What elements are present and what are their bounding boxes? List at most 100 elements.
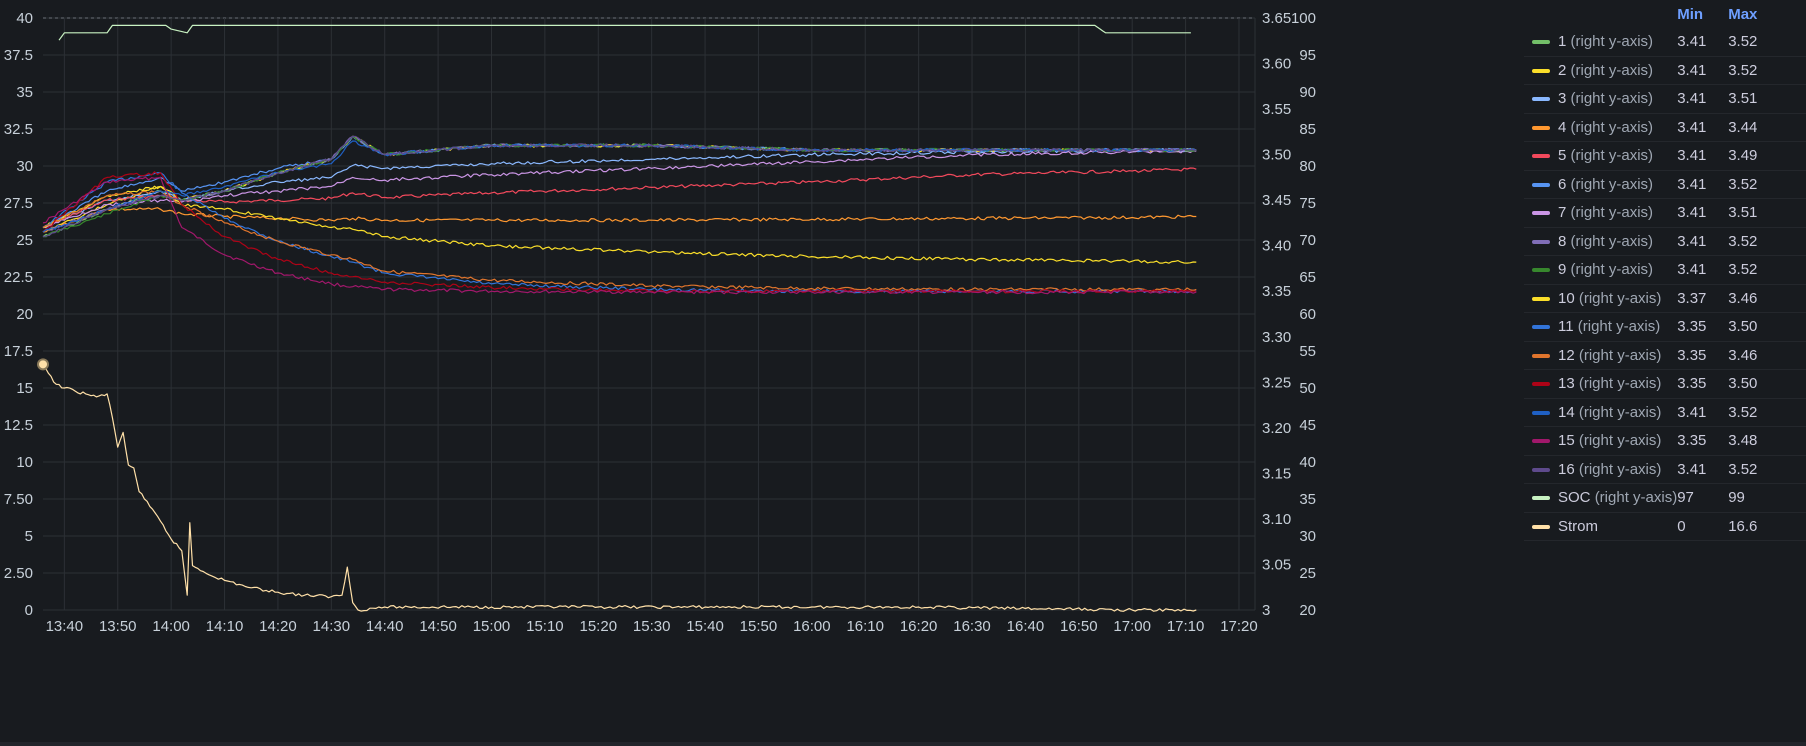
legend-series-name[interactable]: 16 (right y-axis) [1524, 455, 1678, 484]
legend-max-value: 3.52 [1728, 28, 1806, 57]
voltage-axis-tick: 3.05 [1262, 556, 1291, 573]
x-axis-tick: 16:50 [1060, 618, 1098, 635]
legend-series-name[interactable]: 12 (right y-axis) [1524, 341, 1678, 370]
legend-max-value: 3.49 [1728, 141, 1806, 171]
soc-axis-tick: 85 [1299, 121, 1316, 138]
soc-axis-tick: 60 [1299, 306, 1316, 323]
legend-color-swatch [1532, 268, 1550, 273]
legend-row-8[interactable]: 8 (right y-axis) 3.41 3.52 [1524, 227, 1806, 256]
left-axis-tick: 22.5 [4, 269, 33, 286]
legend-min-value: 3.35 [1677, 341, 1729, 370]
legend-axis-suffix: (right y-axis) [1577, 318, 1661, 336]
x-axis-tick: 15:10 [526, 618, 564, 635]
series-line-15[interactable] [42, 176, 1197, 295]
legend-max-value: 3.51 [1728, 84, 1806, 114]
series-line-13[interactable] [42, 171, 1197, 294]
soc-axis-tick: 70 [1299, 232, 1316, 249]
legend-row-12[interactable]: 12 (right y-axis) 3.35 3.46 [1524, 341, 1806, 370]
legend-header-name [1524, 0, 1677, 28]
legend-color-swatch [1532, 182, 1550, 187]
legend-axis-suffix: (right y-axis) [1578, 375, 1662, 393]
legend-row-5[interactable]: 5 (right y-axis) 3.41 3.49 [1524, 141, 1806, 171]
soc-axis-tick: 35 [1299, 491, 1316, 508]
legend-row-16[interactable]: 16 (right y-axis) 3.41 3.52 [1524, 455, 1806, 484]
legend-series-name[interactable]: 15 (right y-axis) [1524, 426, 1678, 456]
legend-series-name[interactable]: SOC (right y-axis) [1524, 483, 1678, 513]
legend-header-max[interactable]: Max [1728, 0, 1806, 28]
legend-series-name[interactable]: 9 (right y-axis) [1524, 255, 1678, 285]
soc-axis-tick: 95 [1299, 47, 1316, 64]
series-line-11[interactable] [42, 172, 1197, 294]
legend-axis-suffix: (right y-axis) [1578, 346, 1662, 364]
legend-max-value: 3.51 [1728, 198, 1806, 228]
x-axis-tick: 14:00 [152, 618, 190, 635]
legend-series-name[interactable]: 4 (right y-axis) [1524, 113, 1678, 142]
soc-axis-tick: 45 [1299, 417, 1316, 434]
legend-series-name[interactable]: Strom [1524, 512, 1678, 541]
x-axis-tick: 13:40 [46, 618, 84, 635]
legend-label: 9 [1558, 261, 1567, 279]
legend-row-15[interactable]: 15 (right y-axis) 3.35 3.48 [1524, 426, 1806, 456]
left-axis-tick: 27.5 [4, 195, 33, 212]
legend-min-value: 3.41 [1677, 227, 1729, 256]
legend-series-name[interactable]: 6 (right y-axis) [1524, 170, 1678, 199]
series-line-12[interactable] [42, 190, 1197, 292]
legend-series-name[interactable]: 11 (right y-axis) [1524, 312, 1678, 342]
voltage-axis-tick: 3.30 [1262, 329, 1291, 346]
legend-series-name[interactable]: 2 (right y-axis) [1524, 56, 1678, 85]
legend-row-4[interactable]: 4 (right y-axis) 3.41 3.44 [1524, 113, 1806, 142]
legend-label: 11 [1558, 318, 1574, 336]
x-axis-tick: 17:10 [1167, 618, 1205, 635]
legend-color-swatch [1532, 496, 1550, 501]
legend-series-name[interactable]: 3 (right y-axis) [1524, 84, 1678, 114]
legend-min-value: 3.41 [1677, 255, 1729, 285]
panel-bottom-edge [0, 742, 1806, 746]
legend-row-strom[interactable]: Strom 0 16.6 [1524, 512, 1806, 541]
x-axis: 13:40 13:50 14:00 14:10 14:20 14:30 14:40 14:50… [46, 618, 1258, 635]
legend-row-soc[interactable]: SOC (right y-axis) 97 99 [1524, 483, 1806, 513]
left-axis-tick: 10 [16, 454, 33, 471]
series-line-soc[interactable] [58, 24, 1191, 41]
legend-row-14[interactable]: 14 (right y-axis) 3.41 3.52 [1524, 398, 1806, 427]
dashboard-panel: 0 2.50 5 7.50 10 12.5 15 17.5 20 22.5 25 27.5 30 32.5… [0, 0, 1806, 746]
legend-row-11[interactable]: 11 (right y-axis) 3.35 3.50 [1524, 312, 1806, 342]
x-axis-tick: 16:40 [1007, 618, 1045, 635]
legend-min-value: 3.41 [1677, 141, 1729, 171]
legend-max-value: 3.46 [1728, 284, 1806, 313]
legend-series-name[interactable]: 13 (right y-axis) [1524, 369, 1678, 399]
legend-series-name[interactable]: 8 (right y-axis) [1524, 227, 1678, 256]
legend-row-7[interactable]: 7 (right y-axis) 3.41 3.51 [1524, 198, 1806, 228]
series-lines[interactable] [42, 24, 1197, 612]
legend-color-swatch [1532, 353, 1550, 358]
left-axis-tick: 15 [16, 380, 33, 397]
legend-series-name[interactable]: 14 (right y-axis) [1524, 398, 1678, 427]
legend-min-value: 3.41 [1677, 113, 1729, 142]
series-line-strom[interactable] [42, 363, 1197, 612]
legend-row-3[interactable]: 3 (right y-axis) 3.41 3.51 [1524, 84, 1806, 114]
legend-row-2[interactable]: 2 (right y-axis) 3.41 3.52 [1524, 56, 1806, 85]
legend-row-6[interactable]: 6 (right y-axis) 3.41 3.52 [1524, 170, 1806, 199]
legend-color-swatch [1532, 97, 1550, 102]
soc-axis-tick: 50 [1299, 380, 1316, 397]
legend-header-min[interactable]: Min [1677, 0, 1728, 28]
series-line-10[interactable] [42, 185, 1197, 264]
legend-series-name[interactable]: 1 (right y-axis) [1524, 28, 1678, 57]
left-axis-tick: 2.50 [4, 565, 33, 582]
legend-min-value: 3.41 [1677, 28, 1729, 57]
legend-row-1[interactable]: 1 (right y-axis) 3.41 3.52 [1524, 28, 1806, 57]
legend-row-9[interactable]: 9 (right y-axis) 3.41 3.52 [1524, 255, 1806, 285]
left-axis-tick: 5 [25, 528, 33, 545]
legend-color-swatch [1532, 68, 1550, 73]
legend-series-name[interactable]: 10 (right y-axis) [1524, 284, 1678, 313]
legend-min-value: 3.41 [1677, 455, 1729, 484]
legend-row-10[interactable]: 10 (right y-axis) 3.37 3.46 [1524, 284, 1806, 313]
legend-series-name[interactable]: 7 (right y-axis) [1524, 198, 1678, 228]
left-axis-tick: 37.5 [4, 47, 33, 64]
x-axis-tick: 16:30 [953, 618, 991, 635]
legend-series-name[interactable]: 5 (right y-axis) [1524, 141, 1678, 171]
timeseries-chart[interactable]: 0 2.50 5 7.50 10 12.5 15 17.5 20 22.5 25 27.5 30 32.5… [0, 0, 1524, 746]
voltage-axis-tick: 3 [1262, 602, 1270, 619]
hover-marker [37, 358, 49, 371]
legend-label: 6 [1558, 175, 1567, 193]
legend-row-13[interactable]: 13 (right y-axis) 3.35 3.50 [1524, 369, 1806, 399]
